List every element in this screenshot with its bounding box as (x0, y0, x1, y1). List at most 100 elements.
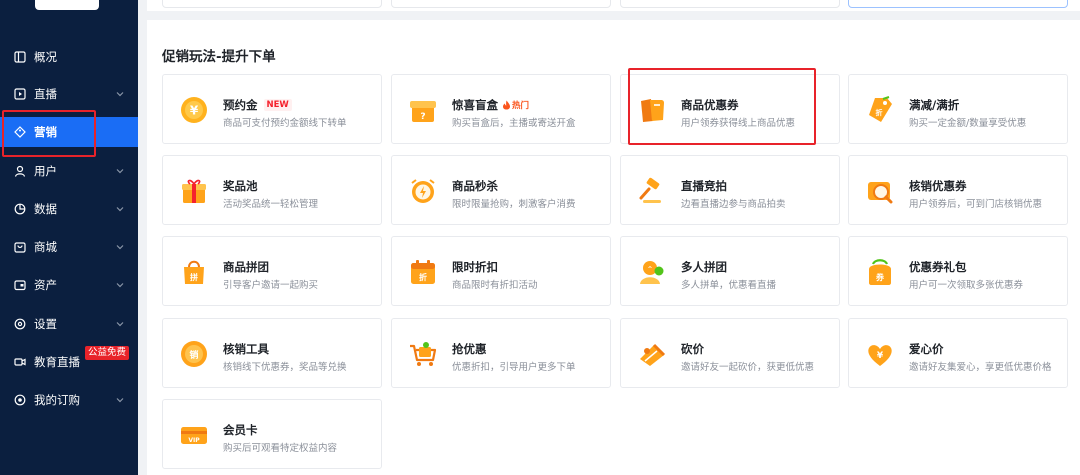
hot-tag: 热门 (502, 99, 529, 111)
asset-icon (14, 279, 26, 291)
sidebar-item-marketing[interactable]: 营销 (0, 117, 138, 147)
grab-cart-icon (410, 342, 437, 366)
card-desc: 用户可一次领取多张优惠券 (909, 280, 1024, 291)
sidebar-item-label: 资产 (34, 278, 57, 292)
card-title: 奖品池 (223, 179, 258, 193)
card-coupon-pack[interactable]: 券 优惠券礼包 用户可一次领取多张优惠券 (848, 236, 1068, 306)
card-title: 商品秒杀 (452, 179, 498, 193)
subscription-icon (14, 394, 26, 406)
coupon-icon (641, 99, 664, 122)
sidebar: 概况 直播 营销 用户 数据 商城 资产 设置 教育直播 公益免费 我的订购 (0, 0, 138, 475)
live-icon (14, 88, 26, 100)
card-desc: 商品限时有折扣活动 (452, 280, 538, 291)
card-title: 核销优惠券 (909, 179, 967, 193)
card-desc: 用户领券获得线上商品优惠 (681, 118, 796, 129)
sidebar-item-label: 用户 (34, 164, 57, 178)
svg-text:销: 销 (189, 349, 198, 361)
chevron-down-icon (116, 245, 124, 250)
card-group-buy[interactable]: 拼 商品拼团 引导客户邀请一起购买 (162, 236, 382, 306)
card-full-reduction[interactable]: 折 满减/满折 购买一定金额/数量享受优惠 (848, 74, 1068, 144)
card-title: 商品拼团 (223, 260, 269, 274)
card-title: 惊喜盲盒 (452, 98, 498, 112)
flash-sale-icon (411, 179, 435, 203)
card-verify-coupon[interactable]: 核销优惠券 用户领券后，可到门店核销优惠 (848, 155, 1068, 225)
chevron-down-icon (116, 398, 124, 403)
group-buy-icon: 拼 (184, 260, 204, 284)
card-desc: 多人拼单，优惠看直播 (681, 280, 777, 291)
sidebar-item-asset[interactable]: 资产 (0, 270, 138, 300)
sidebar-item-label: 数据 (34, 202, 57, 216)
verify-coupon-icon (868, 182, 893, 204)
auction-hammer-icon (639, 177, 661, 203)
card-coupon[interactable]: 商品优惠券 用户领券获得线上商品优惠 (620, 74, 840, 144)
card-multi-group[interactable]: ^ 多人拼团 多人拼单，优惠看直播 (620, 236, 840, 306)
multi-group-icon: ^ (640, 261, 664, 284)
verify-tool-icon: 销 (181, 341, 207, 367)
chevron-down-icon (116, 92, 124, 97)
sidebar-item-mall[interactable]: 商城 (0, 232, 138, 262)
card-title: 会员卡 (223, 423, 258, 437)
vip-card-icon: VIP (181, 427, 207, 444)
card-blind-box[interactable]: ? 惊喜盲盒 热门 购买盲盒后，主播或寄送开盒 (391, 74, 611, 144)
card-title: 满减/满折 (909, 98, 960, 112)
sidebar-item-settings[interactable]: 设置 (0, 309, 138, 339)
edu-live-icon (14, 356, 26, 368)
previous-section-strip (147, 0, 1080, 11)
sidebar-item-user[interactable]: 用户 (0, 156, 138, 186)
card-time-discount[interactable]: 折 限时折扣 商品限时有折扣活动 (391, 236, 611, 306)
card-desc: 购买盲盒后，主播或寄送开盒 (452, 118, 576, 129)
card-deposit[interactable]: ¥ 预约金 NEW 商品可支付预约金额线下转单 (162, 74, 382, 144)
sidebar-item-label: 直播 (34, 87, 57, 101)
card-love-price[interactable]: ¥ 爱心价 邀请好友集爱心，享更低优惠价格 (848, 318, 1068, 388)
bargain-icon (640, 343, 666, 366)
card-title: 限时折扣 (452, 260, 498, 274)
svg-text:折: 折 (876, 108, 883, 117)
card-live-auction[interactable]: 直播竞拍 边看直播边参与商品拍卖 (620, 155, 840, 225)
hot-tag-label: 热门 (512, 101, 530, 111)
card-vip[interactable]: VIP 会员卡 购买后可观看特定权益内容 (162, 399, 382, 469)
sidebar-item-data[interactable]: 数据 (0, 194, 138, 224)
sidebar-item-label: 营销 (34, 125, 57, 139)
fire-icon (503, 100, 510, 110)
card-title: 抢优惠 (452, 342, 487, 356)
love-price-icon: ¥ (868, 345, 892, 366)
card-desc: 商品可支付预约金额线下转单 (223, 118, 347, 129)
card-prize-pool[interactable]: 奖品池 活动奖品统一轻松管理 (162, 155, 382, 225)
card-title: 预约金 (223, 98, 258, 112)
card-title: 爱心价 (909, 342, 944, 356)
card-desc: 购买后可观看特定权益内容 (223, 443, 338, 454)
card-title: 商品优惠券 (681, 98, 739, 112)
new-tag: NEW (263, 99, 292, 111)
sidebar-item-label: 商城 (34, 240, 57, 254)
card-title: 砍价 (681, 342, 704, 356)
card-verify-tool[interactable]: 销 核销工具 核销线下优惠券，奖品等兑换 (162, 318, 382, 388)
card-desc: 邀请好友集爱心，享更低优惠价格 (909, 362, 1052, 373)
chevron-down-icon (116, 169, 124, 174)
sidebar-item-overview[interactable]: 概况 (0, 42, 138, 72)
svg-text:¥: ¥ (877, 351, 884, 361)
card-bargain[interactable]: 砍价 邀请好友一起砍价，获更低优惠 (620, 318, 840, 388)
sidebar-item-subscription[interactable]: 我的订购 (0, 385, 138, 415)
card-desc: 优惠折扣，引导用户更多下单 (452, 362, 576, 373)
card-flash-sale[interactable]: 商品秒杀 限时限量抢购，刺激客户消费 (391, 155, 611, 225)
sidebar-item-label: 概况 (34, 50, 57, 64)
card-desc: 邀请好友一起砍价，获更低优惠 (681, 362, 815, 373)
card-title: 直播竞拍 (681, 179, 727, 193)
settings-icon (14, 318, 26, 330)
data-icon (14, 203, 26, 215)
prev-card (391, 0, 611, 8)
time-discount-icon: 折 (411, 260, 435, 284)
svg-text:^: ^ (647, 266, 652, 273)
card-desc: 活动奖品统一轻松管理 (223, 199, 319, 210)
blind-box-icon: ? (410, 101, 436, 122)
svg-text:¥: ¥ (190, 104, 199, 118)
sidebar-item-live[interactable]: 直播 (0, 79, 138, 109)
deposit-coin-icon: ¥ (181, 97, 207, 123)
free-badge: 公益免费 (85, 346, 130, 360)
svg-text:折: 折 (419, 272, 427, 282)
svg-text:券: 券 (875, 272, 885, 282)
card-grab-deal[interactable]: 抢优惠 优惠折扣，引导用户更多下单 (391, 318, 611, 388)
mall-icon (14, 241, 26, 253)
overview-icon (14, 51, 26, 63)
card-desc: 用户领券后，可到门店核销优惠 (909, 199, 1043, 210)
